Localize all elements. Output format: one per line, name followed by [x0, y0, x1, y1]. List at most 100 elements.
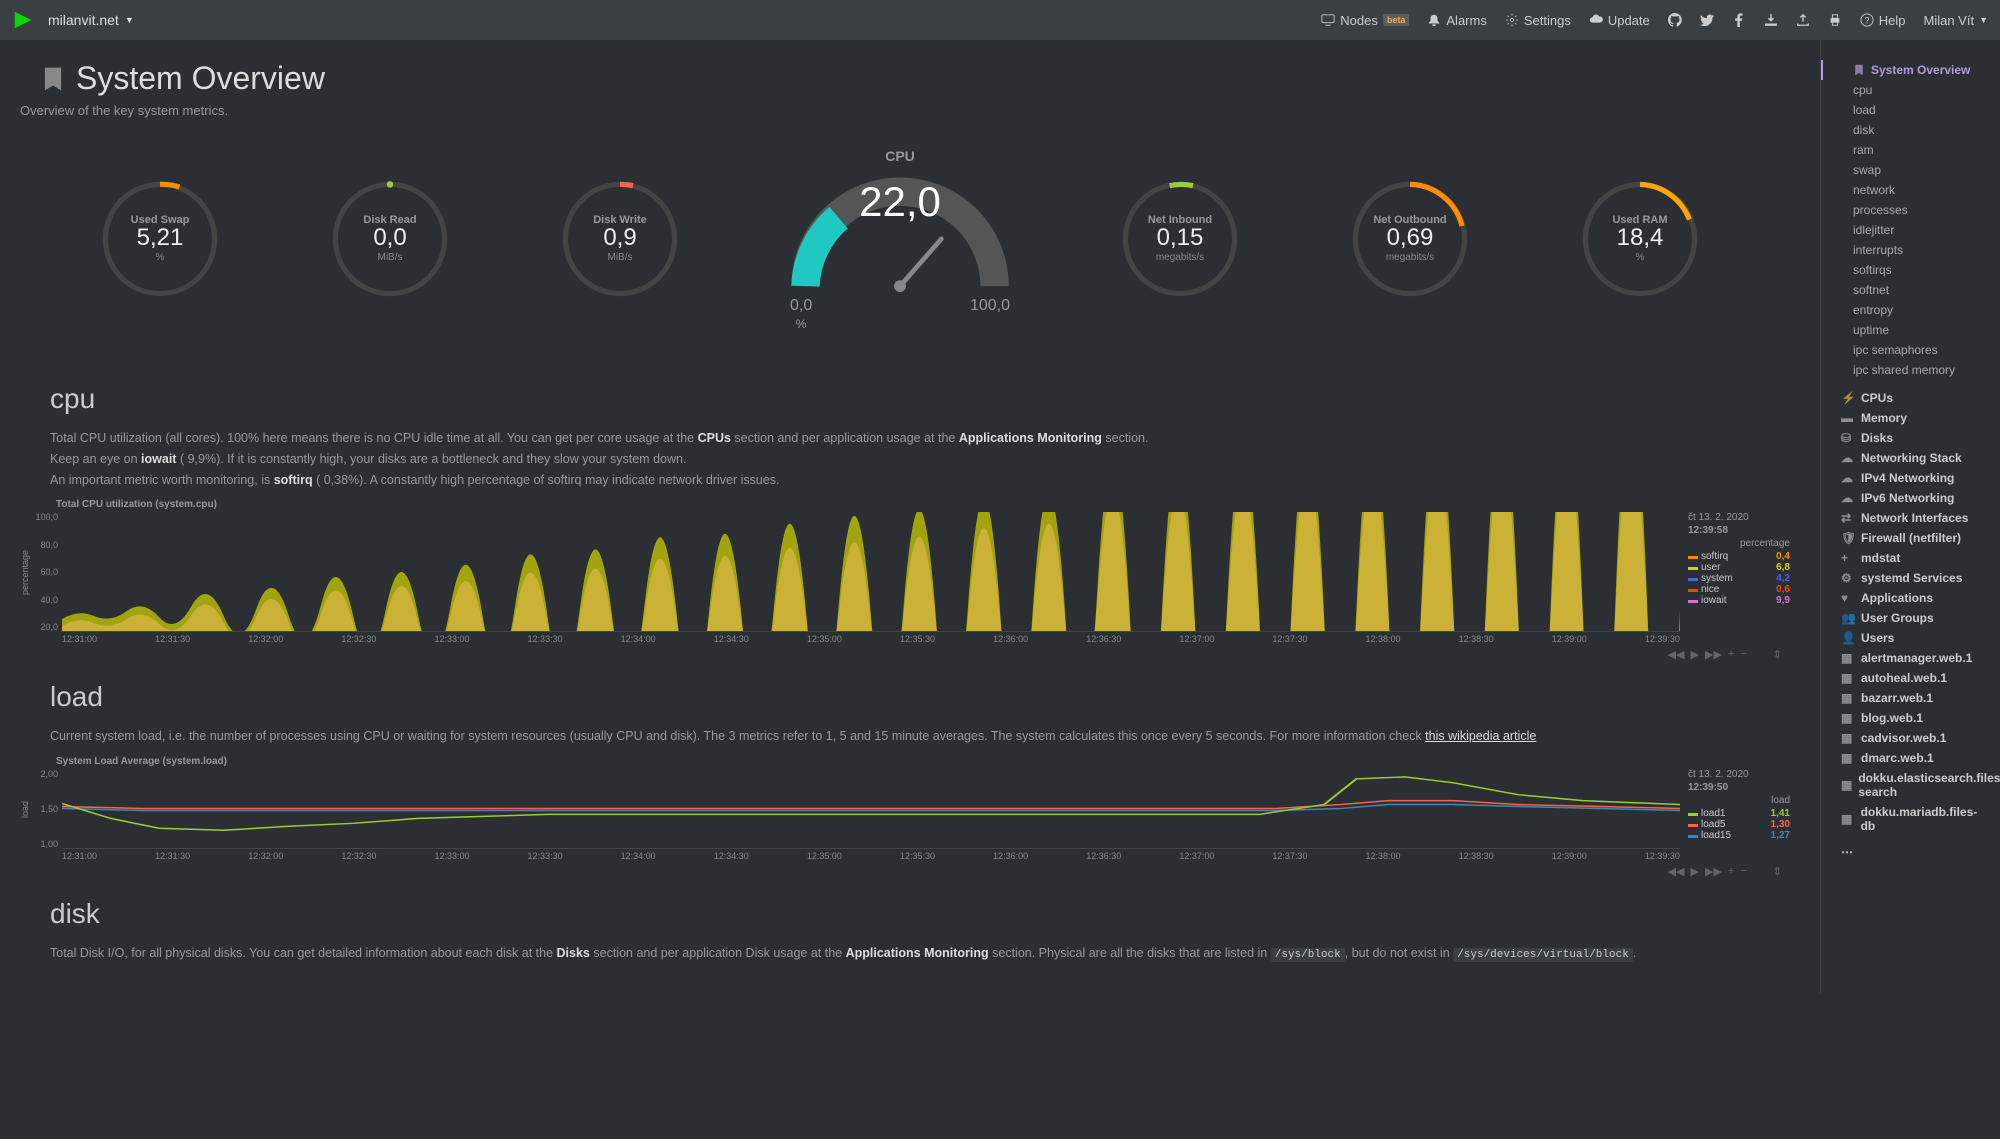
sidebar-section[interactable]: ▦blog.web.1 — [1833, 708, 1988, 728]
caret-down-icon: ▼ — [1979, 15, 1988, 25]
section-icon: ▦ — [1841, 812, 1855, 826]
sidebar-subitem[interactable]: softirqs — [1833, 260, 1988, 280]
netdata-logo[interactable] — [12, 9, 34, 31]
sidebar-section[interactable]: ▦dokku.elasticsearch.files-search — [1833, 768, 1988, 802]
nav-user[interactable]: Milan Vít ▼ — [1924, 13, 1989, 28]
sidebar-section[interactable]: ⇄Network Interfaces — [1833, 508, 1988, 528]
gauge-swap[interactable]: Used Swap 5,21 % — [90, 174, 230, 307]
monitor-icon — [1321, 13, 1335, 27]
gauge-disk-write[interactable]: Disk Write 0,9 MiB/s — [550, 174, 690, 307]
sidebar-section[interactable]: ♥Applications — [1833, 588, 1988, 608]
forward-icon[interactable]: ▶▶ — [1705, 648, 1722, 661]
nav-alarms[interactable]: Alarms — [1427, 13, 1486, 28]
gauge-ram[interactable]: Used RAM 18,4 % — [1570, 174, 1710, 307]
sidebar-section[interactable]: ▦bazarr.web.1 — [1833, 688, 1988, 708]
section-icon: ♥ — [1841, 591, 1855, 605]
chart-cpu[interactable]: Total CPU utilization (system.cpu) perce… — [20, 499, 1790, 661]
sidebar-subitem[interactable]: ipc shared memory — [1833, 360, 1988, 380]
sidebar-section[interactable]: ☁Networking Stack — [1833, 448, 1988, 468]
sidebar-subitem[interactable]: softnet — [1833, 280, 1988, 300]
plus-icon[interactable]: + — [1728, 865, 1734, 878]
resize-icon[interactable]: ⇕ — [1773, 648, 1782, 661]
sidebar-subitem[interactable]: ipc semaphores — [1833, 340, 1988, 360]
section-icon: ☁ — [1841, 471, 1855, 485]
chart-xaxis: 12:31:0012:31:3012:32:0012:32:3012:33:00… — [62, 851, 1680, 861]
hostname-dropdown[interactable]: milanvit.net ▼ — [48, 12, 134, 28]
nav-help[interactable]: ? Help — [1860, 13, 1906, 28]
gauge-disk-read[interactable]: Disk Read 0,0 MiB/s — [320, 174, 460, 307]
sidebar-subitem[interactable]: entropy — [1833, 300, 1988, 320]
sidebar-section[interactable]: ⛁Disks — [1833, 428, 1988, 448]
sidebar-more[interactable]: ⋯ — [1833, 842, 1988, 862]
sidebar-item-overview[interactable]: System Overview — [1821, 60, 1988, 80]
section-icon: ☁ — [1841, 451, 1855, 465]
rewind-icon[interactable]: ◀◀ — [1668, 648, 1685, 661]
section-icon: ☁ — [1841, 491, 1855, 505]
chart-load[interactable]: System Load Average (system.load) load 2… — [20, 756, 1790, 878]
sidebar-section[interactable]: ▦dmarc.web.1 — [1833, 748, 1988, 768]
sidebar-section[interactable]: ☁IPv4 Networking — [1833, 468, 1988, 488]
chart-plot[interactable] — [62, 769, 1680, 849]
sidebar-section[interactable]: 🛡Firewall (netfilter) — [1833, 528, 1988, 548]
play-icon[interactable]: ▶ — [1691, 865, 1699, 878]
chart-plot[interactable] — [62, 512, 1680, 632]
nav-settings[interactable]: Settings — [1505, 13, 1571, 28]
sidebar-section[interactable]: ▦cadvisor.web.1 — [1833, 728, 1988, 748]
section-icon: ⇄ — [1841, 511, 1855, 525]
legend-item[interactable]: load151,27 — [1688, 830, 1790, 841]
gauge-cpu[interactable]: CPU 22,0 0,0% 100,0 — [780, 148, 1020, 333]
sidebar-subitem[interactable]: disk — [1833, 120, 1988, 140]
sidebar-section[interactable]: ▦autoheal.web.1 — [1833, 668, 1988, 688]
sidebar-subitem[interactable]: interrupts — [1833, 240, 1988, 260]
resize-icon[interactable]: ⇕ — [1773, 865, 1782, 878]
legend-item[interactable]: load11,41 — [1688, 808, 1790, 819]
section-cpu: cpu Total CPU utilization (all cores). 1… — [50, 383, 1790, 489]
rewind-icon[interactable]: ◀◀ — [1668, 865, 1685, 878]
gauges-row: Used Swap 5,21 % Disk Read 0,0 MiB/s — [10, 138, 1790, 363]
github-icon[interactable] — [1668, 13, 1682, 27]
minus-icon[interactable]: − — [1740, 865, 1746, 878]
question-icon: ? — [1860, 13, 1874, 27]
nav-update[interactable]: Update — [1589, 13, 1650, 28]
section-icon: ▦ — [1841, 711, 1855, 725]
print-icon[interactable] — [1828, 13, 1842, 27]
sidebar-section[interactable]: ▬Memory — [1833, 408, 1988, 428]
sidebar-section[interactable]: 👥User Groups — [1833, 608, 1988, 628]
sidebar-section[interactable]: ⚡CPUs — [1833, 388, 1988, 408]
section-icon: ▦ — [1841, 691, 1855, 705]
sidebar-subitem[interactable]: cpu — [1833, 80, 1988, 100]
legend-item[interactable]: load51,30 — [1688, 819, 1790, 830]
sidebar-subitem[interactable]: idlejitter — [1833, 220, 1988, 240]
minus-icon[interactable]: − — [1740, 648, 1746, 661]
sidebar-section[interactable]: +mdstat — [1833, 548, 1988, 568]
wikipedia-link[interactable]: this wikipedia article — [1425, 729, 1536, 743]
legend-item[interactable]: system4,2 — [1688, 573, 1790, 584]
sidebar-section[interactable]: ⚙systemd Services — [1833, 568, 1988, 588]
upload-icon[interactable] — [1796, 13, 1810, 27]
nav-nodes[interactable]: Nodes beta — [1321, 13, 1409, 28]
sidebar-section[interactable]: ▦dokku.mariadb.files-db — [1833, 802, 1988, 836]
sidebar-section[interactable]: 👤Users — [1833, 628, 1988, 648]
facebook-icon[interactable] — [1732, 13, 1746, 27]
sidebar-subitem[interactable]: uptime — [1833, 320, 1988, 340]
legend-item[interactable]: user6,8 — [1688, 562, 1790, 573]
sidebar-subitem[interactable]: swap — [1833, 160, 1988, 180]
sidebar-subitem[interactable]: processes — [1833, 200, 1988, 220]
section-icon: ▦ — [1841, 751, 1855, 765]
legend-item[interactable]: softirq0,4 — [1688, 551, 1790, 562]
sidebar-subitem[interactable]: network — [1833, 180, 1988, 200]
legend-item[interactable]: iowait9,9 — [1688, 595, 1790, 606]
gauge-net-outbound[interactable]: Net Outbound 0,69 megabits/s — [1340, 174, 1480, 307]
sidebar-section[interactable]: ▦alertmanager.web.1 — [1833, 648, 1988, 668]
download-icon[interactable] — [1764, 13, 1778, 27]
sidebar-subitem[interactable]: load — [1833, 100, 1988, 120]
plus-icon[interactable]: + — [1728, 648, 1734, 661]
section-icon: ▦ — [1841, 651, 1855, 665]
gauge-net-inbound[interactable]: Net Inbound 0,15 megabits/s — [1110, 174, 1250, 307]
forward-icon[interactable]: ▶▶ — [1705, 865, 1722, 878]
twitter-icon[interactable] — [1700, 13, 1714, 27]
legend-item[interactable]: nice0,6 — [1688, 584, 1790, 595]
play-icon[interactable]: ▶ — [1691, 648, 1699, 661]
sidebar-subitem[interactable]: ram — [1833, 140, 1988, 160]
sidebar-section[interactable]: ☁IPv6 Networking — [1833, 488, 1988, 508]
